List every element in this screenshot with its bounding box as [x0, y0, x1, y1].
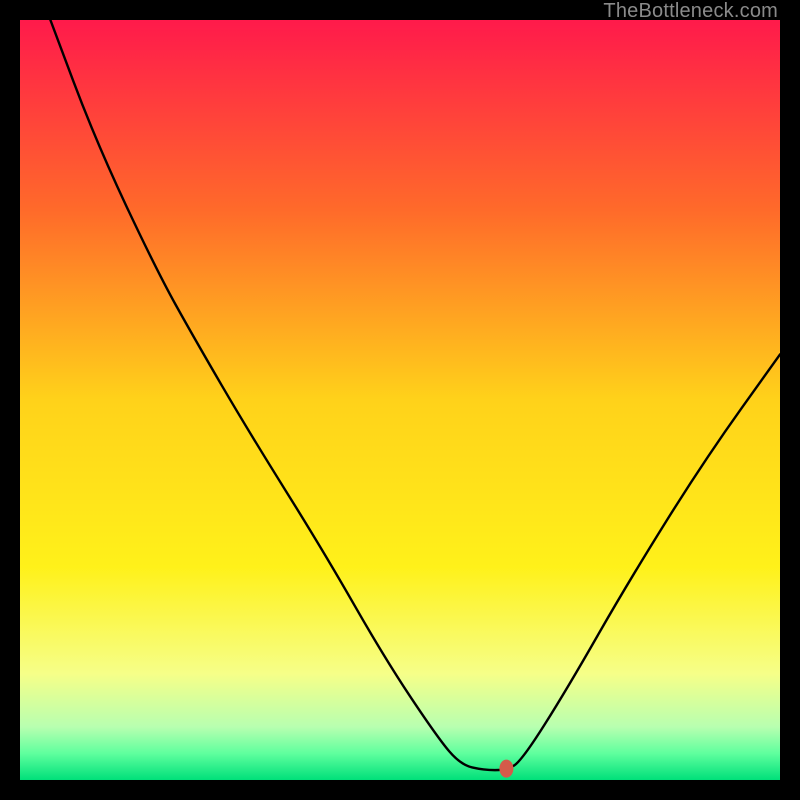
watermark-label: TheBottleneck.com — [603, 0, 778, 23]
optimum-marker — [499, 760, 513, 778]
bottleneck-plot — [20, 20, 780, 780]
chart-frame — [20, 20, 780, 780]
gradient-bg — [20, 20, 780, 780]
